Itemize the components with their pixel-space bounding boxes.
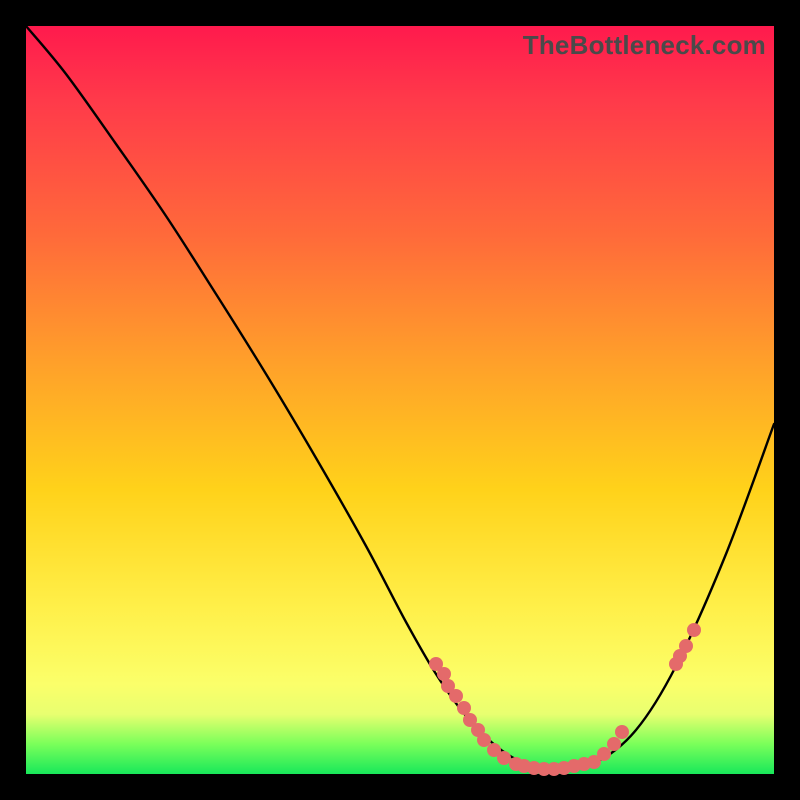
curve-layer bbox=[26, 26, 774, 774]
highlight-dot bbox=[497, 751, 511, 765]
highlight-dot bbox=[687, 623, 701, 637]
highlight-dot bbox=[597, 747, 611, 761]
highlight-dot bbox=[607, 737, 621, 751]
chart-frame: TheBottleneck.com bbox=[26, 26, 774, 774]
highlight-dot bbox=[457, 701, 471, 715]
highlight-dots bbox=[429, 623, 701, 776]
highlight-dot bbox=[679, 639, 693, 653]
highlight-dot bbox=[477, 733, 491, 747]
watermark-text: TheBottleneck.com bbox=[523, 30, 766, 61]
highlight-dot bbox=[437, 667, 451, 681]
bottleneck-curve bbox=[26, 26, 774, 768]
highlight-dot bbox=[449, 689, 463, 703]
highlight-dot bbox=[615, 725, 629, 739]
